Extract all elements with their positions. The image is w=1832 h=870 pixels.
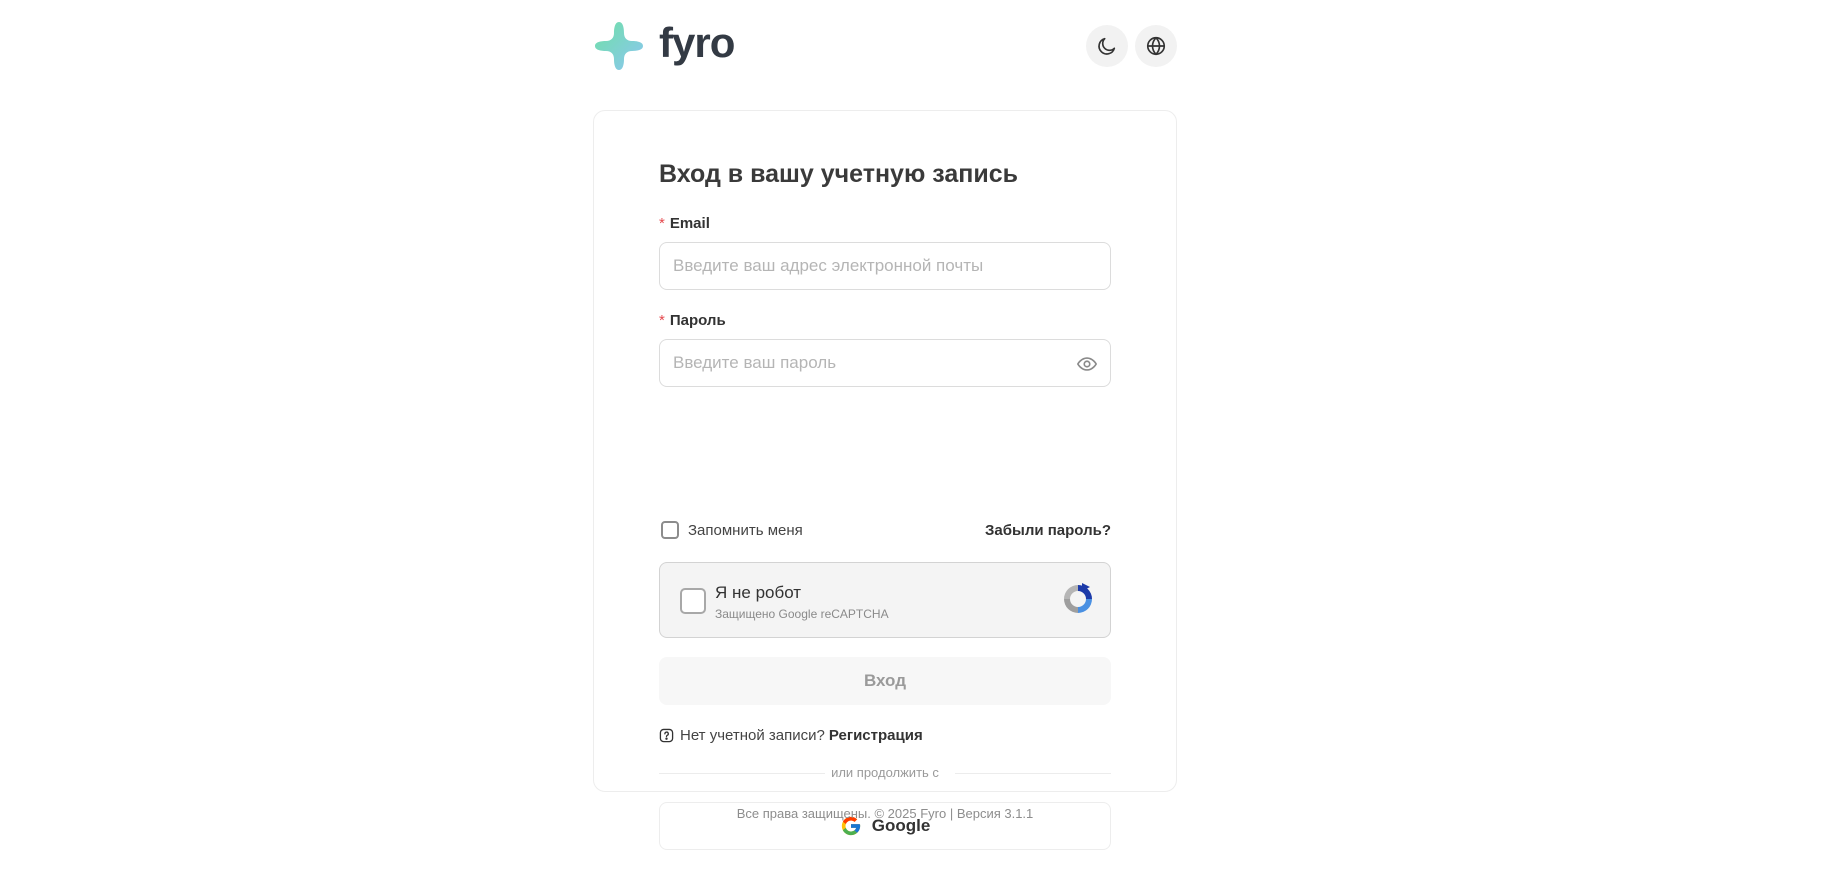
forgot-password-link[interactable]: Забыли пароль?	[985, 522, 1111, 539]
recaptcha-icon	[1064, 583, 1092, 613]
login-button[interactable]: Вход	[659, 657, 1111, 705]
remember-row: Запомнить меня Забыли пароль?	[659, 519, 1111, 543]
question-icon	[659, 728, 674, 743]
email-label-text: Email	[669, 215, 710, 232]
eye-icon[interactable]	[1076, 353, 1098, 375]
password-field-wrapper	[659, 339, 1111, 387]
register-link[interactable]: Регистрация	[829, 727, 923, 744]
theme-toggle-button[interactable]	[1086, 25, 1128, 67]
no-account-text: Нет учетной записи?	[680, 727, 825, 744]
recaptcha-subtext: Защищено Google reCAPTCHA	[715, 607, 889, 621]
moon-icon	[1098, 37, 1116, 55]
remember-checkbox[interactable]	[661, 521, 679, 539]
recaptcha-label: Я не робот	[715, 583, 802, 602]
divider-line-right	[955, 773, 1111, 774]
required-marker: *	[659, 215, 665, 232]
language-button[interactable]	[1135, 25, 1177, 67]
divider: или продолжить с	[659, 765, 1111, 781]
login-card: Вход в вашу учетную запись *Email *Парол…	[593, 110, 1177, 850]
logo[interactable]: fyro	[593, 19, 735, 72]
remember-label[interactable]: Запомнить меня	[688, 522, 803, 539]
no-account-row: Нет учетной записи? Регистрация	[659, 727, 923, 744]
email-field[interactable]	[660, 243, 1063, 289]
brand-name: fyro	[659, 19, 735, 66]
footer-text: Все права защищены. © 2025 Fyro | Версия…	[736, 806, 1034, 821]
email-field-wrapper	[659, 242, 1111, 290]
password-label: * Пароль	[659, 312, 726, 329]
fyro-logo-icon	[595, 22, 643, 70]
page-title: Вход в вашу учетную запись	[659, 160, 1018, 188]
globe-icon	[1146, 36, 1166, 56]
password-label-text: Пароль	[669, 312, 726, 329]
top-bar: fyro	[593, 18, 1177, 74]
password-field[interactable]	[660, 340, 1063, 386]
required-marker: *	[659, 312, 665, 329]
recaptcha-widget: Я не робот Защищено Google reCAPTCHA	[659, 562, 1111, 638]
recaptcha-checkbox[interactable]	[680, 588, 706, 614]
email-label: * Email	[659, 215, 710, 232]
